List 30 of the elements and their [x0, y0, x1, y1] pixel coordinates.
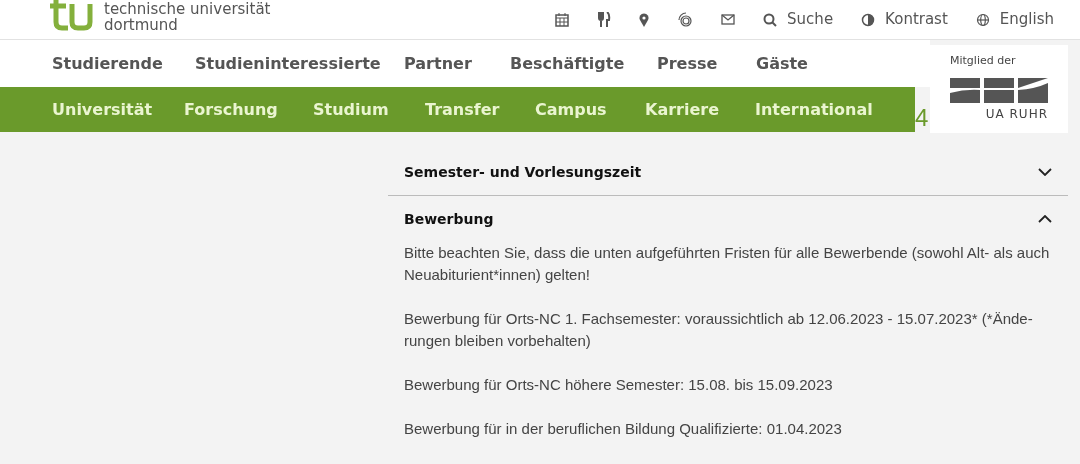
paragraph: Bewerbung für Orts-NC 1. Fachsemester: voraussichtlich ab 12.06.2023 - 15.07.2023* (*Ände-rungen bleiben vorbehalten): [404, 309, 1034, 351]
contrast-icon: [861, 12, 876, 27]
search-icon: [763, 12, 778, 27]
language-link[interactable]: English: [975, 8, 1054, 31]
logo-text: dortmund: [104, 16, 179, 33]
map-pin-icon[interactable]: [639, 12, 650, 27]
mail-icon[interactable]: [721, 14, 736, 25]
nav-link[interactable]: Beschäftigte: [510, 51, 657, 76]
university-logo-icon[interactable]: [50, 0, 96, 34]
accordion-header[interactable]: Semester- und Vorlesungszeit: [388, 149, 1068, 195]
globe-icon: [975, 12, 990, 27]
nav-link[interactable]: Partner: [404, 51, 510, 76]
nav-link[interactable]: Presse: [657, 51, 756, 76]
ua-ruhr-badge[interactable]: Mitglied der UA RUHR: [930, 45, 1068, 133]
nav-link[interactable]: Gäste: [756, 51, 856, 76]
rings-icon[interactable]: [677, 11, 694, 28]
accordion-header[interactable]: Bewerbung: [388, 196, 1068, 242]
search-link[interactable]: Suche: [763, 8, 834, 31]
paragraph: Bewerbung für Orts-NC höhere Semester: 15.08. bis 15.09.2023: [404, 375, 834, 395]
calendar-icon[interactable]: [555, 12, 570, 27]
cut-off-text: 4: [915, 104, 929, 132]
logo-text: technische universität: [104, 0, 271, 17]
cutlery-icon[interactable]: [597, 12, 612, 27]
chevron-up-icon: [1038, 215, 1052, 223]
paragraph: Bitte beachten Sie, dass die unten aufgeführten Fristen für alle Bewerbende (sowohl Alt- als auch Neuabiturient*innen) gelten!: [404, 243, 1051, 285]
nav-link[interactable]: Studierende: [52, 51, 195, 76]
paragraph: Bewerbung für in der beruflichen Bildung Qualifizierte: 01.04.2023: [404, 419, 843, 439]
nav-link[interactable]: Studieninteressierte: [195, 51, 404, 76]
contrast-link[interactable]: Kontrast: [861, 8, 948, 31]
chevron-down-icon: [1038, 168, 1052, 176]
